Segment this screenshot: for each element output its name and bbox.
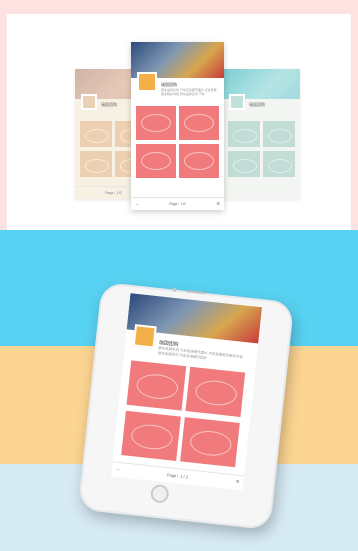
grid-image[interactable] — [228, 151, 260, 177]
grid-image[interactable] — [263, 151, 295, 177]
grid-image[interactable] — [263, 121, 295, 147]
gear-icon[interactable]: ⚙ — [216, 201, 220, 206]
phone-screen: 瑞国团购 赛车品牌系列 汽车高清细节图片 点击查看更多精彩内容 赛车品牌系列 汽… — [110, 293, 263, 491]
gear-icon[interactable]: ⚙ — [236, 479, 240, 484]
grid-image[interactable] — [126, 360, 187, 411]
grid-image[interactable] — [179, 144, 219, 178]
mockup-description: 赛车品牌系列 汽车高清细节图片 点击查看更多精彩内容 赛车品牌系列 汽车 — [161, 88, 217, 96]
grid-image[interactable] — [80, 151, 112, 177]
screen-description: 赛车品牌系列 汽车高清细节图片 点击查看更多精彩内容 赛车品牌系列 汽车高清细节… — [157, 346, 244, 360]
mockup-title: 瑞国团购 — [101, 102, 117, 107]
grid-image[interactable] — [121, 410, 181, 461]
home-button[interactable] — [149, 483, 170, 504]
grid-image[interactable] — [228, 121, 260, 147]
grid-image[interactable] — [136, 106, 176, 140]
camera-icon — [172, 287, 177, 292]
grid-image[interactable] — [185, 366, 246, 417]
page-indicator: Page：1/2 — [169, 202, 186, 206]
presentation-canvas: 瑞国团购 Page：1/2 瑞国团购 瑞国团购 赛车品牌系列 汽车高清细节图片 … — [0, 0, 358, 551]
phone-body: 瑞国团购 赛车品牌系列 汽车高清细节图片 点击查看更多精彩内容 赛车品牌系列 汽… — [77, 281, 295, 531]
mockup-right: 瑞国团购 — [223, 69, 300, 199]
grid-image[interactable] — [136, 144, 176, 178]
mockup-center: 瑞国团购 赛车品牌系列 汽车高清细节图片 点击查看更多精彩内容 赛车品牌系列 汽… — [131, 42, 224, 210]
page-indicator: Page：1 / 2 — [166, 472, 189, 480]
phone-mockup: 瑞国团购 赛车品牌系列 汽车高清细节图片 点击查看更多精彩内容 赛车品牌系列 汽… — [60, 281, 300, 545]
footer-bar: ← Page：1/2 ⚙ — [131, 197, 224, 210]
phone-front: 瑞国团购 赛车品牌系列 汽车高清细节图片 点击查看更多精彩内容 赛车品牌系列 汽… — [78, 282, 295, 530]
grid-image[interactable] — [80, 121, 112, 147]
speaker-icon — [186, 289, 207, 295]
mockup-title: 瑞国团购 — [249, 102, 265, 107]
avatar — [81, 94, 97, 110]
avatar — [132, 324, 157, 349]
grid-image[interactable] — [180, 417, 240, 468]
avatar — [229, 94, 245, 110]
grid-image[interactable] — [179, 106, 219, 140]
avatar — [137, 72, 157, 92]
